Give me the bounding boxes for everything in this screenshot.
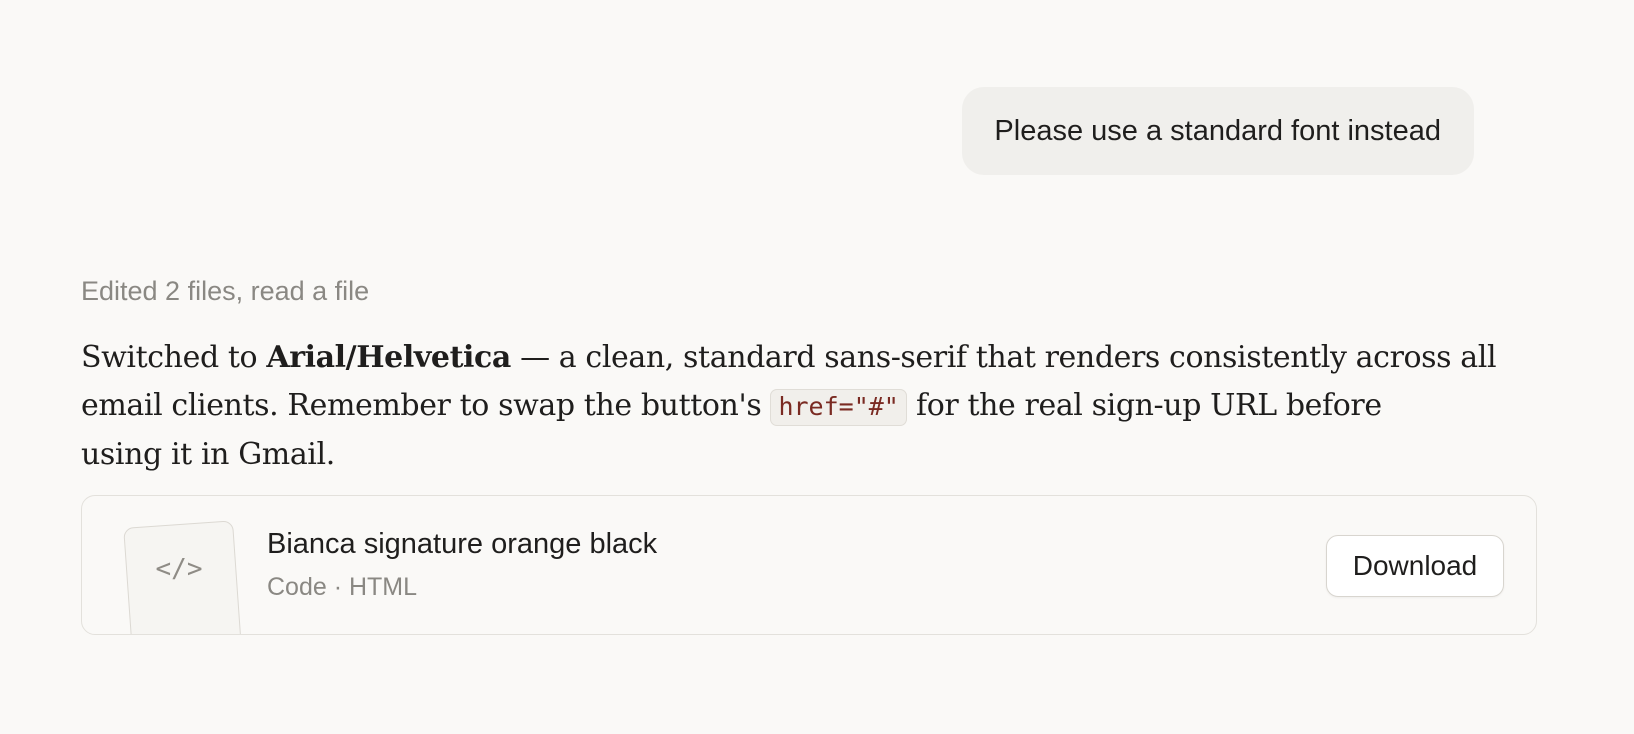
reply-line-1: Switched to Arial/Helvetica — a clean, s… — [81, 334, 1541, 382]
reply-text: for the real sign-up URL before — [906, 388, 1382, 423]
user-message-text: Please use a standard font instead — [994, 114, 1441, 147]
download-button[interactable]: Download — [1326, 535, 1504, 597]
code-icon: </> — [155, 554, 203, 584]
reply-text: Switched to — [81, 340, 267, 375]
reply-bold-text: Arial/Helvetica — [266, 340, 511, 375]
reply-line-2: email clients. Remember to swap the butt… — [81, 382, 1541, 431]
user-message-bubble: Please use a standard font instead — [962, 87, 1474, 175]
file-meta: Code · HTML — [267, 573, 418, 601]
file-card[interactable]: </> Bianca signature orange black Code ·… — [81, 495, 1537, 635]
file-name: Bianca signature orange black — [267, 528, 658, 560]
reply-line-3: using it in Gmail. — [81, 437, 335, 472]
reply-text: — a clean, standard sans-serif that rend… — [510, 340, 1497, 375]
inline-code: href="#" — [770, 389, 907, 426]
reply-text: email clients. Remember to swap the butt… — [81, 388, 771, 423]
activity-summary[interactable]: Edited 2 files, read a file — [81, 276, 369, 307]
assistant-reply: Switched to Arial/Helvetica — a clean, s… — [81, 334, 1541, 479]
